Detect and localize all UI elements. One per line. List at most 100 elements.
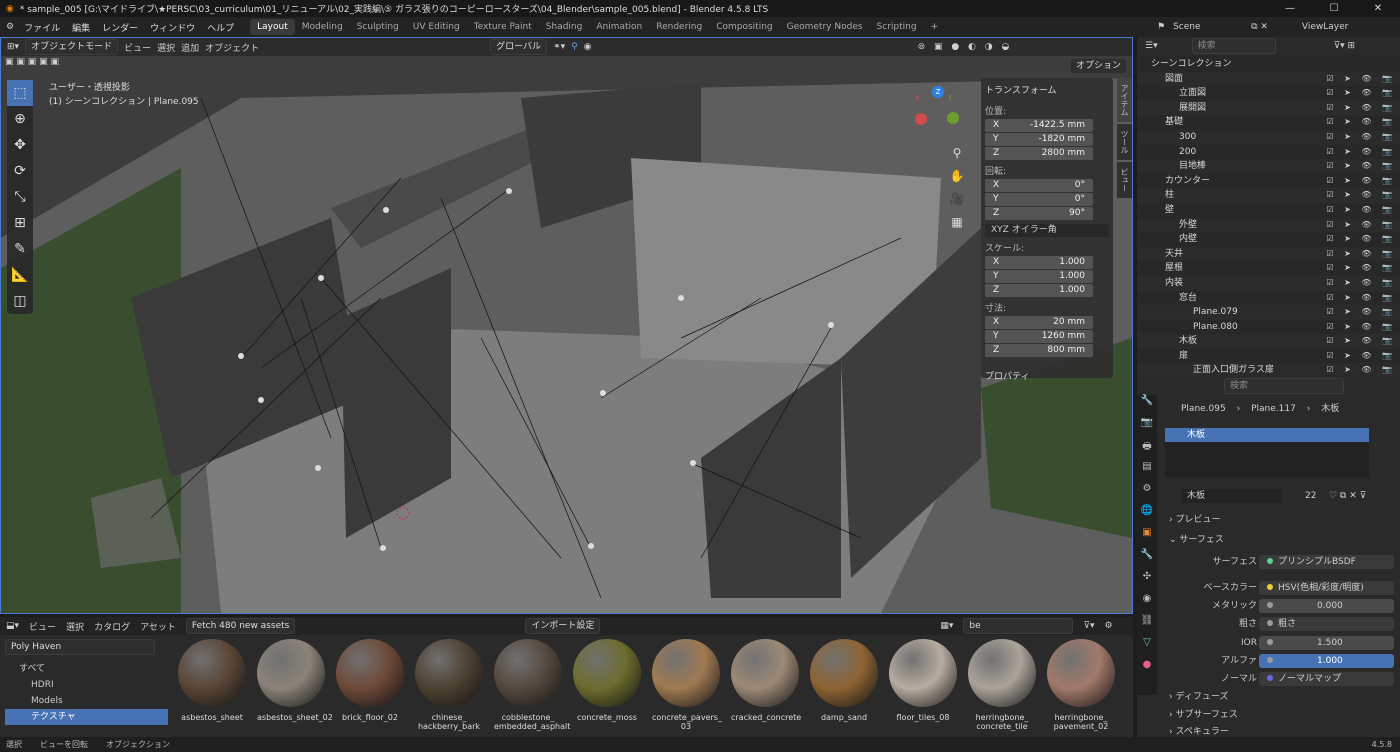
visibility-icons[interactable]: ☑ ➤ 👁 📷 — [1326, 115, 1396, 130]
dimension-x-field[interactable]: X 20 mm — [985, 316, 1093, 329]
visibility-icons[interactable]: ☑ ➤ 👁 📷 — [1326, 101, 1396, 116]
visibility-icons[interactable]: ☑ ➤ 👁 📷 — [1326, 86, 1396, 101]
visibility-icons[interactable]: ☑ ➤ 👁 📷 — [1326, 145, 1396, 160]
view-layer-name[interactable]: ViewLayer — [1302, 22, 1348, 32]
asset-item[interactable]: herringbone_ concrete_tile — [968, 639, 1036, 735]
constraints-tab-icon[interactable]: ⛓ — [1137, 615, 1157, 637]
asset-item[interactable]: cracked_concrete — [731, 639, 801, 735]
outliner-row[interactable]: 窓台 ☑ ➤ 👁 📷 — [1137, 291, 1400, 306]
transform-icon[interactable]: ⊞ — [7, 210, 33, 236]
annotate-icon[interactable]: ✎ — [7, 236, 33, 262]
asset-view-icon[interactable]: ▦▾ — [940, 621, 953, 631]
viewport-menu-select[interactable]: 選択 — [157, 41, 175, 54]
scale-y-field[interactable]: Y 1.000 — [985, 270, 1093, 283]
fetch-assets-button[interactable]: Fetch 480 new assets — [185, 618, 296, 634]
pan-hand-icon[interactable]: ✋ — [947, 165, 967, 188]
output-tab-icon[interactable]: 🖶 — [1137, 439, 1157, 461]
diffuse-panel-header[interactable]: › ディフューズ — [1159, 690, 1399, 704]
gizmo-x[interactable]: X — [915, 94, 920, 102]
material-name-field[interactable]: 木板 — [1181, 489, 1281, 503]
location-x-field[interactable]: X -1422.5 mm — [985, 119, 1093, 132]
tool-tab-icon[interactable]: 🔧 — [1137, 395, 1157, 417]
tab-animation[interactable]: Animation — [589, 22, 649, 32]
camera-icon[interactable]: 🎥 — [947, 188, 967, 211]
import-setting-select[interactable]: インポート設定 — [525, 618, 601, 634]
dimension-y-field[interactable]: Y 1260 mm — [985, 330, 1093, 343]
world-tab-icon[interactable]: 🌐 — [1137, 505, 1157, 527]
scene-tab-icon[interactable]: ⚙ — [1137, 483, 1157, 505]
location-y-field[interactable]: Y -1820 mm — [985, 133, 1093, 146]
viewport-menu-add[interactable]: 追加 — [181, 41, 199, 54]
rotation-x-field[interactable]: X 0° — [985, 179, 1093, 192]
gizmo-z[interactable]: Z — [932, 86, 944, 98]
blender-menu-icon[interactable]: ⚙ — [6, 22, 14, 32]
move-icon[interactable]: ✥ — [7, 132, 33, 158]
outliner-row[interactable]: 300 ☑ ➤ 👁 📷 — [1137, 129, 1400, 145]
library-select[interactable]: Poly Haven — [5, 639, 155, 655]
options-button[interactable]: オプション — [1070, 58, 1128, 74]
select-box-icon[interactable]: ⬚ — [7, 80, 33, 106]
view-layer-tab-icon[interactable]: ▤ — [1137, 461, 1157, 483]
outliner-filter-icon[interactable]: ⊽▾ ⊞ — [1334, 41, 1356, 51]
metallic-field[interactable]: 0.000 — [1259, 599, 1394, 613]
outliner-row[interactable]: 天井 ☑ ➤ 👁 📷 — [1137, 246, 1400, 262]
viewport-menu-object[interactable]: オブジェクト — [205, 41, 259, 54]
navigation-gizmo[interactable]: Z X Y — [914, 86, 964, 136]
subsurface-panel-header[interactable]: › サブサーフェス — [1159, 708, 1399, 722]
scale-icon[interactable]: ⤡ — [7, 184, 33, 210]
outliner-row[interactable]: 扉 ☑ ➤ 👁 📷 — [1137, 349, 1400, 364]
object-tab-icon[interactable]: ▣ — [1137, 527, 1157, 549]
visibility-icons[interactable]: ☑ ➤ 👁 📷 — [1326, 261, 1396, 276]
tab-shading[interactable]: Shading — [539, 22, 590, 32]
snap-icon[interactable]: ⚲ — [571, 42, 578, 52]
new-scene-icon[interactable]: ⧉ ✕ — [1251, 22, 1268, 32]
material-users-count[interactable]: 22 — [1305, 489, 1316, 503]
outliner-row[interactable]: 200 ☑ ➤ 👁 📷 — [1137, 145, 1400, 160]
visibility-icons[interactable]: ☑ ➤ 👁 📷 — [1326, 305, 1396, 320]
outliner-row[interactable]: 目地棒 ☑ ➤ 👁 📷 — [1137, 159, 1400, 174]
catalog-all[interactable]: すべて — [5, 661, 168, 677]
asset-editor-icon[interactable]: ⬓▾ — [6, 621, 19, 631]
data-tab-icon[interactable]: ▽ — [1137, 637, 1157, 659]
roughness-field[interactable]: 粗さ — [1259, 617, 1394, 631]
gizmo-y-negative[interactable] — [947, 112, 959, 124]
normal-field[interactable]: ノーマルマップ — [1259, 672, 1394, 686]
pivot-icon[interactable]: ⚭▾ — [553, 42, 565, 52]
particles-tab-icon[interactable]: ✣ — [1137, 571, 1157, 593]
transform-panel-title[interactable]: トランスフォーム — [985, 81, 1109, 100]
viewport-menu-view[interactable]: ビュー — [124, 41, 151, 54]
rotation-mode-select[interactable]: XYZ オイラー角 — [985, 224, 1109, 237]
outliner-row[interactable]: 展開図 ☑ ➤ 👁 📷 — [1137, 100, 1400, 116]
visibility-icons[interactable]: ☑ ➤ 👁 📷 — [1326, 232, 1396, 247]
shading-icons[interactable]: ⊚ ▣ ● ◐ ◑ ◒ — [918, 42, 1013, 52]
asset-menu-select[interactable]: 選択 — [66, 620, 84, 633]
properties-search-input[interactable]: 検索 — [1224, 378, 1344, 394]
visibility-icons[interactable]: ☑ ➤ 👁 📷 — [1326, 130, 1396, 145]
visibility-icons[interactable]: ☑ ➤ 👁 📷 — [1326, 188, 1396, 203]
visibility-icons[interactable]: ☑ ➤ 👁 📷 — [1326, 349, 1396, 364]
dimension-z-field[interactable]: Z 800 mm — [985, 344, 1093, 357]
tab-modeling[interactable]: Modeling — [295, 22, 350, 32]
tab-rendering[interactable]: Rendering — [649, 22, 709, 32]
specular-panel-header[interactable]: › スペキュラー — [1159, 725, 1399, 739]
outliner-row[interactable]: カウンター ☑ ➤ 👁 📷 — [1137, 174, 1400, 189]
tab-layout[interactable]: Layout — [250, 19, 295, 35]
add-workspace-button[interactable]: + — [924, 22, 946, 32]
surface-shader-field[interactable]: プリンシプルBSDF — [1259, 555, 1394, 569]
asset-menu-view[interactable]: ビュー — [29, 620, 56, 633]
properties-panel-title[interactable]: プロパティ — [985, 367, 1109, 386]
menu-window[interactable]: ウィンドウ — [144, 21, 201, 34]
asset-item[interactable]: herringbone_ pavement_02 — [1047, 639, 1115, 735]
settings-gear-icon[interactable]: ⚙ — [1104, 621, 1112, 631]
mode-select[interactable]: オブジェクトモード — [25, 39, 119, 55]
asset-item[interactable]: asbestos_sheet_02 — [257, 639, 333, 735]
asset-item[interactable]: cobblestone_ embedded_asphalt — [494, 639, 570, 735]
scale-x-field[interactable]: X 1.000 — [985, 256, 1093, 269]
preview-panel-header[interactable]: › プレビュー — [1159, 513, 1399, 527]
asset-search-input[interactable]: be — [963, 618, 1074, 634]
location-z-field[interactable]: Z 2800 mm — [985, 147, 1093, 160]
tab-tool[interactable]: ツール — [1117, 124, 1132, 160]
visibility-icons[interactable]: ☑ ➤ 👁 📷 — [1326, 291, 1396, 306]
visibility-icons[interactable]: ☑ ➤ 👁 📷 — [1326, 218, 1396, 233]
proportional-edit-icon[interactable]: ◉ — [584, 42, 592, 52]
